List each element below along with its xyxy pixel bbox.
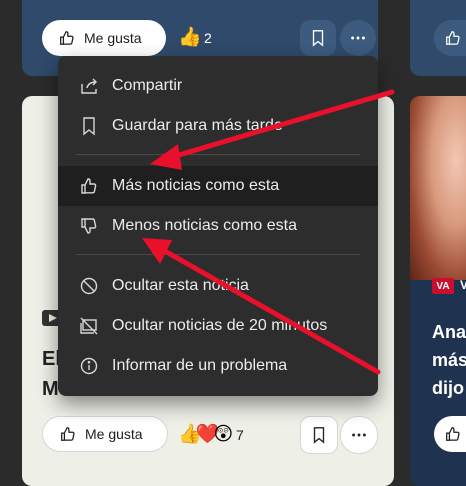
reaction-count: 7 (236, 427, 244, 443)
headline-line-2: más (432, 350, 466, 370)
menu-divider (76, 254, 360, 255)
thumbs-up-icon (60, 31, 74, 45)
more-icon (352, 433, 366, 437)
news-photo (410, 96, 466, 280)
menu-item-share[interactable]: Compartir (58, 66, 378, 106)
share-icon (78, 75, 100, 97)
block-icon (78, 275, 100, 297)
menu-item-report-problem[interactable]: Informar de un problema (58, 346, 378, 386)
reaction-count: 2 (204, 30, 212, 46)
thumbs-up-icon (78, 175, 100, 197)
headline-line-3: dijo (432, 378, 464, 398)
like-button-right[interactable] (434, 20, 466, 56)
menu-item-label: Compartir (112, 77, 183, 94)
menu-item-label: Ocultar noticias de 20 minutos (112, 317, 328, 334)
more-options-button[interactable] (340, 416, 378, 454)
context-menu: Compartir Guardar para más tarde Más not… (58, 56, 378, 396)
menu-item-label: Guardar para más tarde (112, 117, 283, 134)
save-button[interactable] (300, 416, 338, 454)
menu-item-save-for-later[interactable]: Guardar para más tarde (58, 106, 378, 146)
headline-line-1: Ana (432, 322, 466, 342)
bookmark-icon (78, 115, 100, 137)
thumbs-up-icon (446, 427, 460, 441)
like-label: Me gusta (84, 30, 142, 46)
bookmark-icon (313, 427, 325, 444)
reaction-emoji: 👍 (178, 27, 202, 48)
more-options-button[interactable] (340, 20, 376, 56)
right-news-card[interactable]: VA V Ana más dijo (410, 96, 466, 486)
hide-source-icon (78, 315, 100, 337)
thumbs-up-icon (446, 31, 460, 45)
like-button[interactable]: Me gusta (42, 20, 166, 56)
save-button[interactable] (300, 20, 336, 56)
info-icon (78, 355, 100, 377)
thumbs-down-icon (78, 215, 100, 237)
menu-divider (76, 154, 360, 155)
menu-item-label: Menos noticias como esta (112, 217, 297, 234)
more-icon (351, 36, 365, 40)
reaction-emojis: 👍❤️😲 (178, 424, 233, 445)
menu-item-label: Ocultar esta noticia (112, 277, 249, 294)
source-name: V (460, 278, 466, 292)
menu-item-hide-story[interactable]: Ocultar esta noticia (58, 266, 378, 306)
menu-item-more-like-this[interactable]: Más noticias como esta (58, 166, 378, 206)
menu-item-label: Más noticias como esta (112, 177, 280, 194)
like-label: Me gusta (85, 426, 143, 442)
source-badge: VA (432, 278, 454, 294)
top-right-news-card[interactable] (410, 0, 466, 76)
like-button[interactable]: Me gusta (42, 416, 168, 452)
bookmark-icon (312, 30, 324, 47)
menu-item-label: Informar de un problema (112, 357, 288, 374)
like-button[interactable] (434, 416, 466, 452)
menu-item-hide-source[interactable]: Ocultar noticias de 20 minutos (58, 306, 378, 346)
thumbs-up-icon (61, 427, 75, 441)
menu-item-less-like-this[interactable]: Menos noticias como esta (58, 206, 378, 246)
